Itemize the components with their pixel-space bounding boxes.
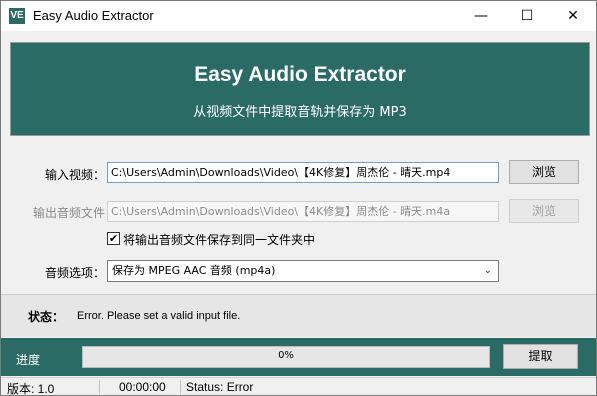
same-folder-checkbox[interactable]: ✔	[107, 232, 120, 245]
input-video-label: 输入视频：	[44, 168, 105, 182]
browse-input-button[interactable]: 浏览	[509, 160, 579, 184]
progress-bar: 0%	[82, 346, 490, 368]
header-banner: Easy Audio Extractor 从视频文件中提取音轨并保存为 MP3	[10, 42, 590, 136]
statusbar-divider	[180, 380, 181, 394]
minimize-button[interactable]: —	[458, 1, 504, 31]
browse-output-button[interactable]: 浏览	[509, 199, 579, 223]
input-video-field[interactable]: C:\Users\Admin\Downloads\Video\【4K修复】周杰伦…	[107, 162, 499, 183]
chevron-down-icon: ⌄	[483, 265, 492, 276]
status-bar: 版本: 1.0 00:00:00 Status: Error	[1, 377, 596, 396]
statusbar-divider	[99, 380, 100, 394]
elapsed-time: 00:00:00	[119, 380, 166, 394]
banner-subtitle: 从视频文件中提取音轨并保存为 MP3	[193, 105, 407, 120]
audio-option-value: 保存为 MPEG AAC 音频 (mp4a)	[112, 264, 276, 277]
audio-option-select[interactable]: 保存为 MPEG AAC 音频 (mp4a) ⌄	[107, 260, 499, 282]
status-text: Status: Error	[186, 380, 254, 394]
app-icon: VE	[9, 8, 25, 24]
audio-option-label: 音频选项：	[44, 266, 105, 280]
title-bar[interactable]: VE Easy Audio Extractor — ☐ ✕	[1, 1, 596, 31]
version-text: 版本: 1.0	[7, 382, 55, 396]
status-message: Error. Please set a valid input file.	[77, 310, 241, 322]
extract-button[interactable]: 提取	[503, 344, 578, 369]
output-audio-label: 输出音频文件	[32, 206, 105, 220]
status-label: 状态：	[28, 310, 65, 324]
output-audio-field[interactable]: C:\Users\Admin\Downloads\Video\【4K修复】周杰伦…	[107, 201, 499, 222]
maximize-button[interactable]: ☐	[504, 1, 550, 31]
banner-title: Easy Audio Extractor	[194, 63, 406, 86]
close-button[interactable]: ✕	[550, 1, 596, 31]
progress-label: 进度	[16, 353, 41, 367]
window-title: Easy Audio Extractor	[33, 8, 154, 23]
progress-percent: 0%	[278, 350, 294, 361]
same-folder-label: 将输出音频文件保存到同一文件夹中	[123, 233, 316, 247]
app-window: VE Easy Audio Extractor — ☐ ✕ Easy Audio…	[0, 0, 597, 396]
